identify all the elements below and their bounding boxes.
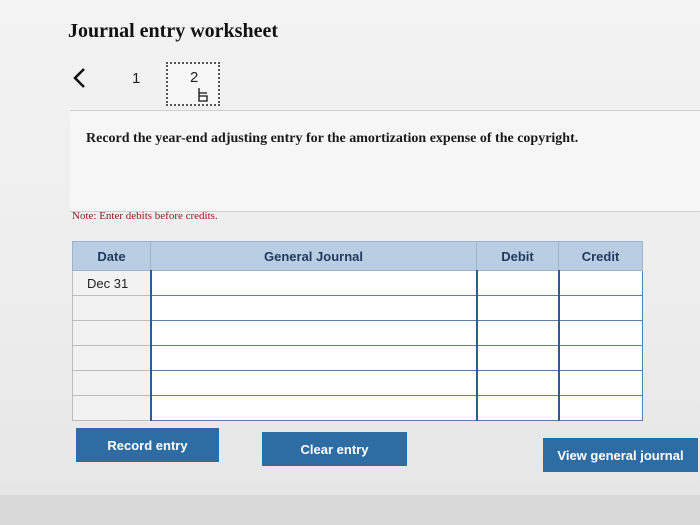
instruction-box: Record the year-end adjusting entry for … (70, 110, 700, 212)
credit-input[interactable] (557, 395, 643, 421)
journal-table-container: Date General Journal Debit Credit Dec 31 (72, 241, 643, 421)
chevron-left-icon[interactable] (68, 64, 92, 92)
credit-input[interactable] (557, 345, 643, 371)
debit-input[interactable] (475, 395, 559, 421)
credit-input[interactable] (557, 270, 643, 296)
page-2-current[interactable]: 2 (166, 62, 220, 106)
page-2-label: 2 (190, 69, 199, 86)
header-general-journal: General Journal (150, 241, 477, 271)
page-bottom-strip (0, 495, 700, 525)
note-text: Note: Enter debits before credits. (72, 210, 218, 222)
credit-input[interactable] (557, 370, 643, 396)
table-row (72, 395, 643, 421)
record-entry-button[interactable]: Record entry (76, 428, 219, 462)
account-input[interactable] (149, 395, 477, 421)
debit-input[interactable] (475, 370, 559, 396)
page-1-link[interactable]: 1 (132, 70, 140, 87)
account-input[interactable] (149, 270, 477, 296)
hand-pointer-icon (193, 86, 211, 109)
instruction-text: Record the year-end adjusting entry for … (86, 131, 579, 146)
header-date: Date (72, 241, 151, 271)
page-navigator: 1 2 (64, 58, 244, 108)
date-cell (72, 320, 151, 346)
worksheet-title: Journal entry worksheet (68, 20, 278, 42)
worksheet-panel: Journal entry worksheet 1 2 Record the y… (0, 0, 700, 500)
journal-header-row: Date General Journal Debit Credit (72, 241, 643, 271)
journal-table: Date General Journal Debit Credit Dec 31 (72, 241, 643, 421)
account-input[interactable] (149, 345, 477, 371)
view-general-journal-button[interactable]: View general journal (543, 438, 698, 472)
debit-input[interactable] (475, 270, 559, 296)
date-cell (72, 295, 151, 321)
date-cell (72, 395, 151, 421)
debit-input[interactable] (475, 320, 559, 346)
header-debit: Debit (476, 241, 559, 271)
table-row (72, 370, 643, 396)
table-row (72, 295, 643, 321)
date-cell (72, 345, 151, 371)
table-row (72, 345, 643, 371)
account-input[interactable] (149, 370, 477, 396)
date-cell: Dec 31 (72, 270, 151, 296)
date-cell (72, 370, 151, 396)
header-credit: Credit (558, 241, 643, 271)
credit-input[interactable] (557, 320, 643, 346)
table-row (72, 320, 643, 346)
clear-entry-button[interactable]: Clear entry (262, 432, 407, 466)
account-input[interactable] (149, 295, 477, 321)
credit-input[interactable] (557, 295, 643, 321)
table-row: Dec 31 (72, 270, 643, 296)
debit-input[interactable] (475, 295, 559, 321)
debit-input[interactable] (475, 345, 559, 371)
account-input[interactable] (149, 320, 477, 346)
